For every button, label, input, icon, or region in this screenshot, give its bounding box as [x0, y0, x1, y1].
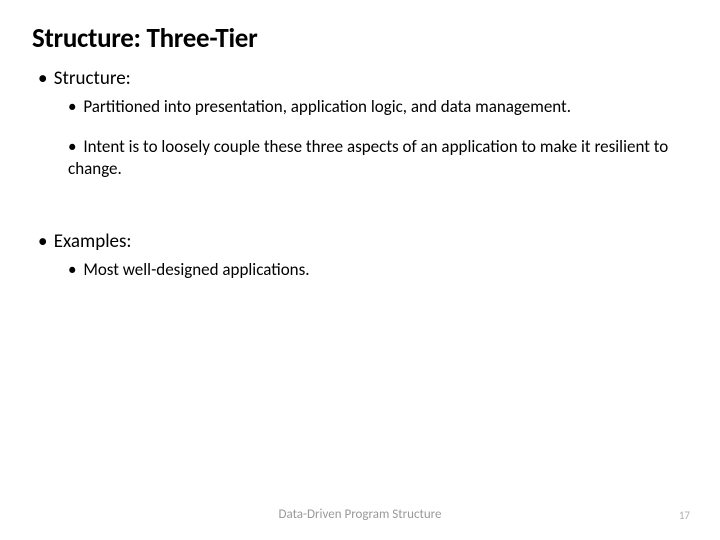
section-structure-heading: • Structure: [38, 67, 670, 90]
examples-heading-text: Examples: [54, 230, 132, 253]
examples-item-1: • Most well-designed applications. [38, 259, 670, 281]
slide-content: • Structure: • Partitioned into presenta… [0, 55, 720, 281]
structure-item-2-text: Intent is to loosely couple these three … [68, 136, 668, 179]
examples-item-1-text: Most well-designed applications. [83, 259, 309, 280]
slide-title: Structure: Three-Tier [0, 0, 720, 55]
examples-section: • Examples: • Most well-designed applica… [38, 230, 670, 281]
structure-item-1: • Partitioned into presentation, applica… [38, 96, 670, 118]
page-number: 17 [679, 509, 690, 522]
bullet-icon: • [68, 136, 76, 157]
bullet-icon: • [38, 230, 47, 253]
structure-heading-text: Structure: [54, 67, 131, 90]
bullet-icon: • [38, 67, 47, 90]
bullet-icon: • [68, 96, 76, 117]
footer-text: Data-Driven Program Structure [0, 507, 720, 522]
bullet-icon: • [68, 259, 76, 280]
structure-item-2: • Intent is to loosely couple these thre… [38, 136, 670, 180]
section-examples-heading: • Examples: [38, 230, 670, 253]
structure-item-1-text: Partitioned into presentation, applicati… [83, 96, 571, 117]
